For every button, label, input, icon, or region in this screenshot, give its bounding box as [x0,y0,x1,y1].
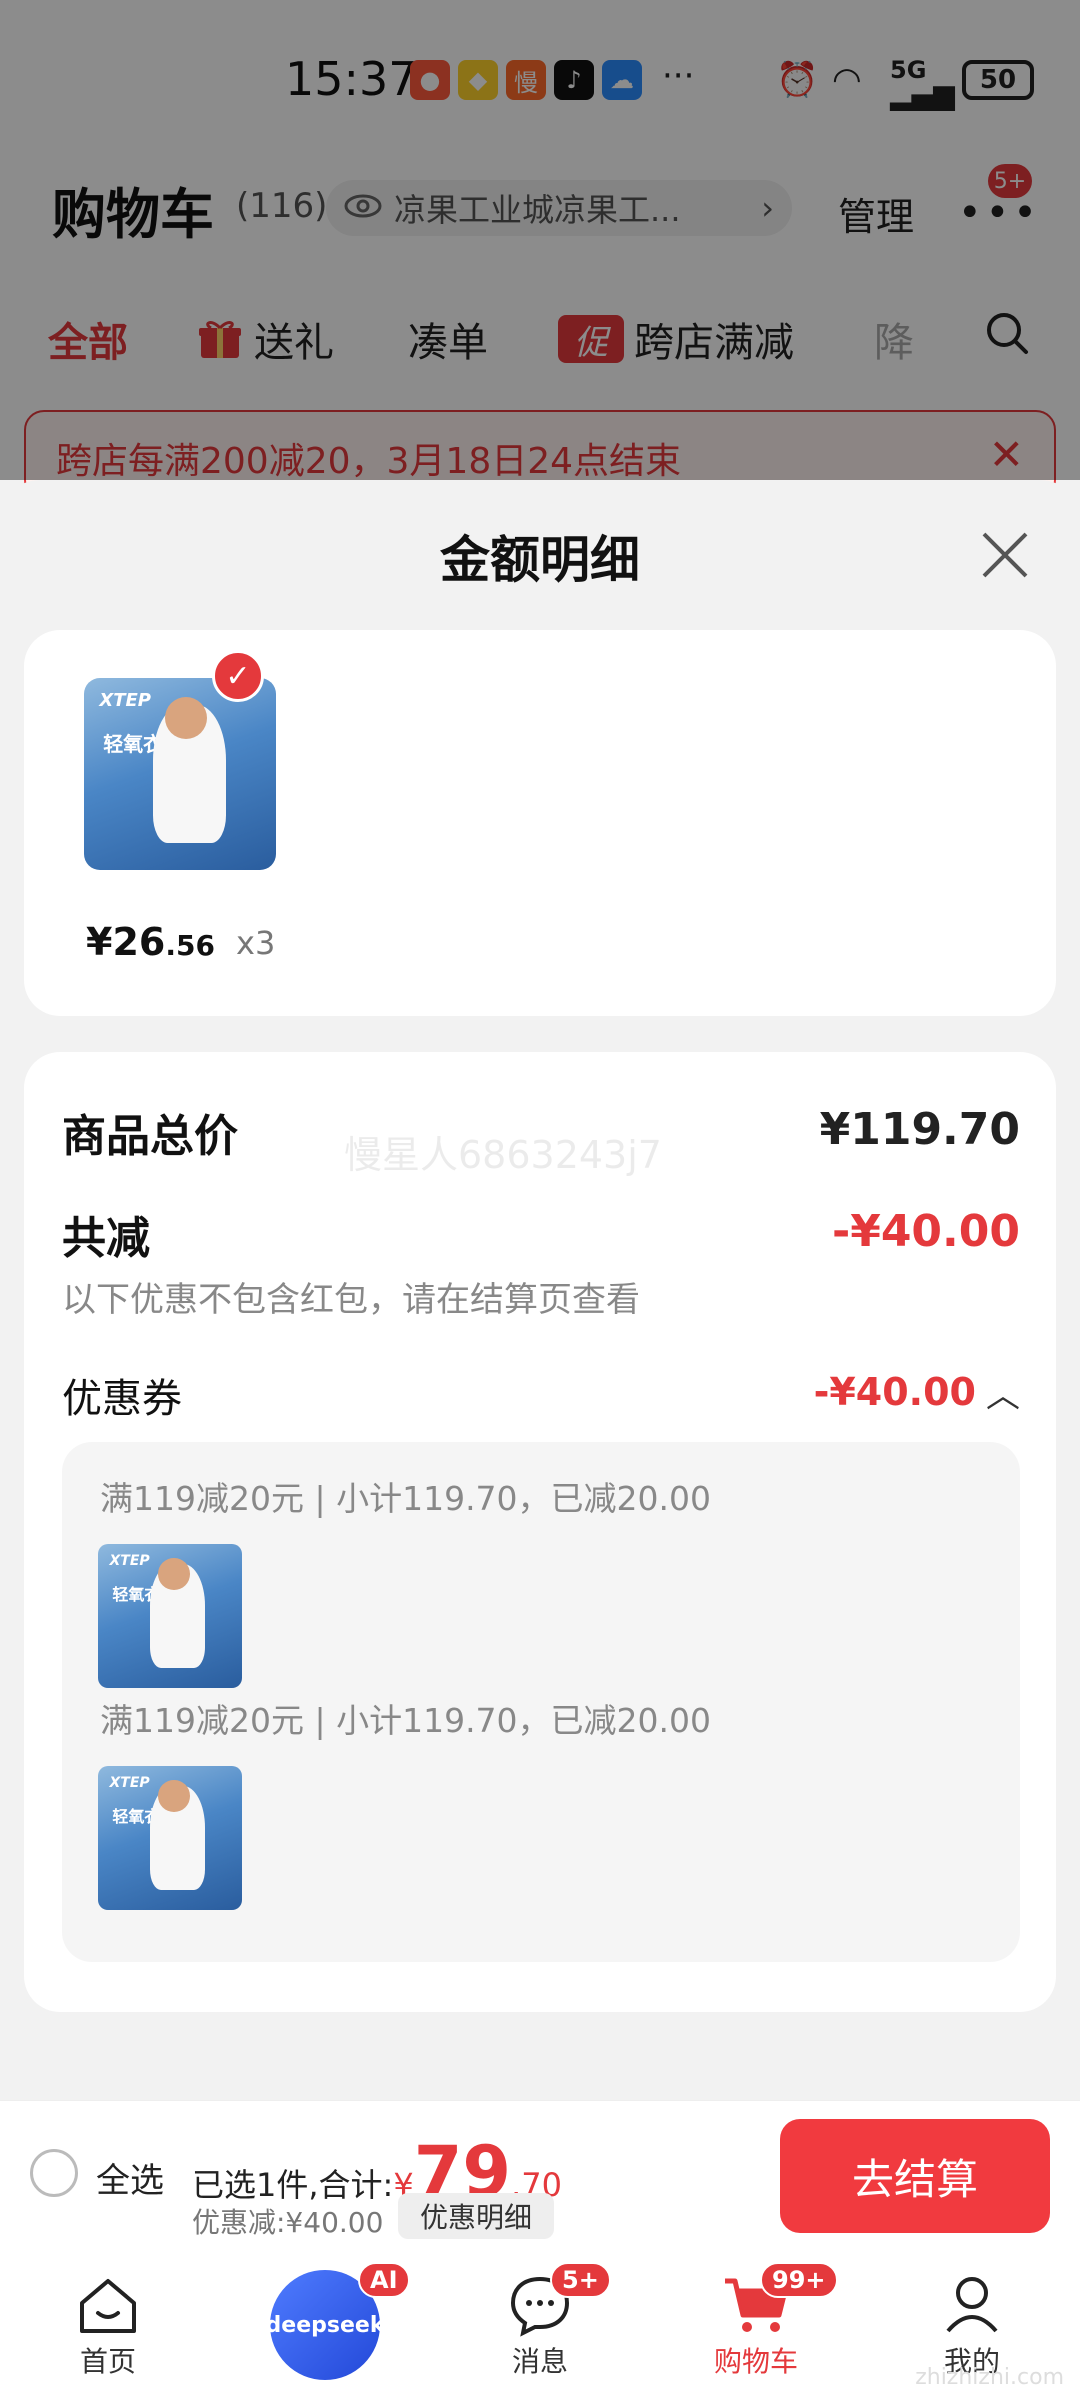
product-figure-head [164,697,207,740]
item-price-dec: .56 [165,929,215,962]
product-figure-head [158,1558,191,1591]
bottom-nav: 首页 deepseek AI 消息 5+ 购物车 99+ 我的 zhizhizh… [0,2250,1080,2400]
nav-cart-label: 购物车 [713,2345,798,2378]
item-price: ¥26.56 [86,920,215,964]
select-all-radio[interactable] [30,2149,78,2197]
home-icon [28,2270,188,2340]
discount-detail-button[interactable]: 优惠明细 [398,2193,554,2239]
profile-icon [892,2270,1052,2340]
total-price-label: 商品总价 [62,1111,238,1162]
ai-badge: AI [358,2262,410,2298]
coupon-product-image: XTEP 轻氧衣 [98,1766,242,1910]
nav-home-label: 首页 [79,2345,136,2378]
summary-prefix: 已选1件,合计: [192,2166,394,2204]
select-all-label[interactable]: 全选 [96,2153,164,2202]
reduce-note: 以下优惠不包含红包，请在结算页查看 [62,1280,640,1320]
checkout-bar: 全选 已选1件,合计:¥79.70 优惠减:¥40.00 优惠明细 去结算 [0,2100,1080,2250]
item-quantity: x3 [236,924,276,962]
coupon-label: 优惠券 [62,1376,182,1422]
coupon-line: 满119减20元 | 小计119.70，已减20.00 [100,1701,712,1740]
selected-item-card: XTEP 轻氧衣 ✓ ¥26.56 x3 [24,630,1056,1016]
product-brand: XTEP [99,689,152,711]
coupon-product-brand: XTEP [109,1552,150,1569]
discount-text: 优惠减:¥40.00 [192,2206,384,2239]
checked-icon: ✓ [212,650,264,702]
nav-mine[interactable]: 我的 [892,2270,1052,2380]
item-price-int: ¥26 [86,920,166,964]
modal-overlay[interactable] [0,0,1080,480]
product-figure-head [158,1780,191,1813]
chevron-up-icon[interactable]: ︿ [986,1368,1020,1417]
total-price-value: ¥119.70 [819,1104,1020,1155]
nav-messages-label: 消息 [511,2345,568,2378]
site-watermark: zhizhizhi.com [915,2365,1064,2390]
cart-badge: 99+ [760,2262,838,2298]
coupon-detail-box: 满119减20元 | 小计119.70，已减20.00 XTEP 轻氧衣 满11… [62,1442,1020,1962]
sheet-title: 金额明细 [440,531,640,589]
coupon-product-image: XTEP 轻氧衣 [98,1544,242,1688]
reduce-value: -¥40.00 [831,1206,1020,1257]
coupon-product-brand: XTEP [109,1774,150,1791]
checkout-button[interactable]: 去结算 [780,2119,1050,2233]
price-breakdown-card: 慢星人6863243j7 商品总价 ¥119.70 共减 -¥40.00 以下优… [24,1052,1056,2012]
product-image[interactable]: XTEP 轻氧衣 [84,678,276,870]
close-icon[interactable] [980,530,1030,580]
nav-home[interactable]: 首页 [28,2270,188,2380]
messages-badge: 5+ [550,2262,611,2298]
user-watermark: 慢星人6863243j7 [344,1133,662,1177]
reduce-label: 共减 [62,1213,150,1264]
coupon-line: 满119减20元 | 小计119.70，已减20.00 [100,1479,712,1518]
